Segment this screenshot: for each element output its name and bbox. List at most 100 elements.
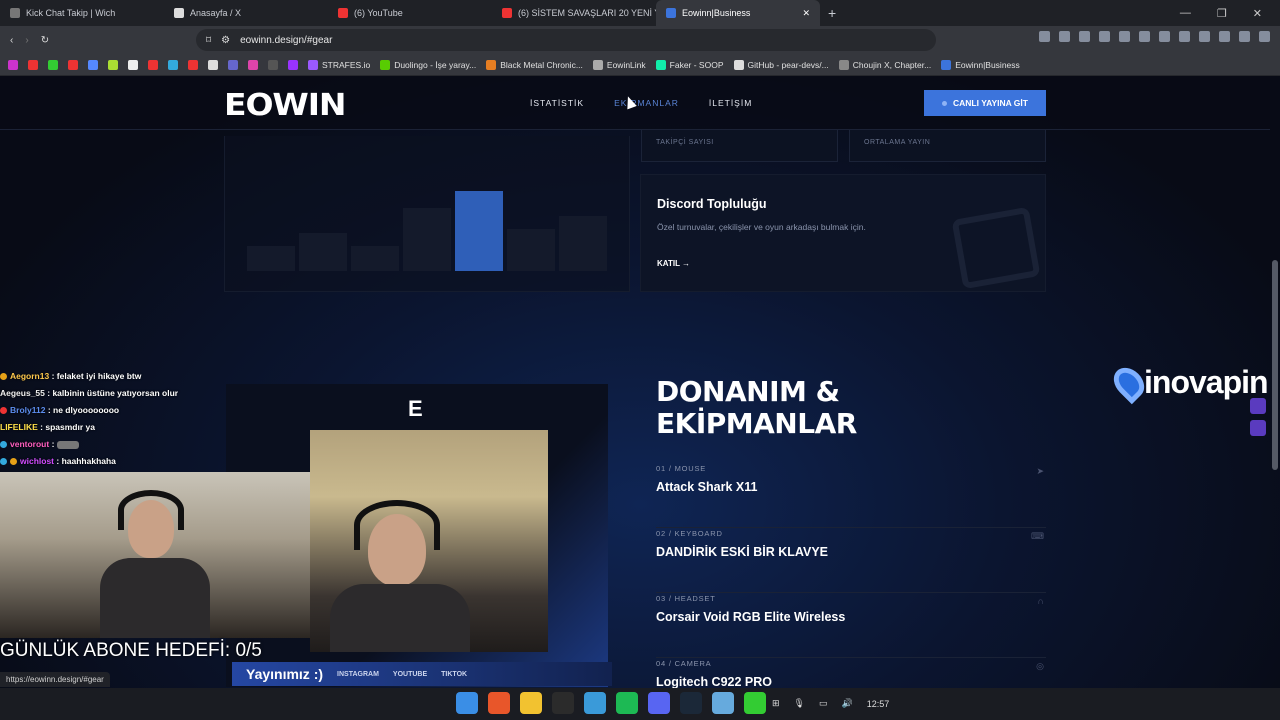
- extension-icon[interactable]: [1199, 31, 1210, 42]
- bookmark-icon[interactable]: ⌑: [206, 35, 211, 46]
- extension-icon[interactable]: [1039, 31, 1050, 42]
- back-icon[interactable]: ‹: [10, 35, 13, 46]
- bookmark-favicon-icon[interactable]: [168, 59, 178, 70]
- bookmark-favicon-icon[interactable]: [268, 59, 278, 70]
- bookmark-eowinn-business[interactable]: Eowinn|Business: [941, 59, 1020, 70]
- youtube-icon: [502, 8, 512, 18]
- forward-icon[interactable]: ›: [25, 35, 28, 46]
- extension-icon[interactable]: [1059, 31, 1070, 42]
- restore-icon[interactable]: ❐: [1217, 7, 1227, 20]
- extension-icon[interactable]: [1250, 398, 1266, 414]
- instagram-icon[interactable]: [248, 59, 258, 70]
- tray-overflow-icon[interactable]: ⊞: [772, 698, 780, 709]
- chat-user: LIFELIKE: [0, 422, 38, 432]
- github-icon: [733, 59, 744, 70]
- chat-line: wichlost : haahhakhaha: [0, 453, 230, 470]
- menu-icon[interactable]: [1259, 31, 1270, 42]
- bookmark-favicon-icon[interactable]: [108, 59, 118, 70]
- bookmark-eowinlink[interactable]: EowinLink: [592, 59, 646, 70]
- bookmark-label: Black Metal Chronic...: [500, 59, 583, 70]
- extension-icon[interactable]: [1119, 31, 1130, 42]
- twitch-icon[interactable]: [288, 59, 298, 70]
- extension-icon[interactable]: [1079, 31, 1090, 42]
- stat-card-followers: TAKİPÇİ SAYISI: [641, 130, 838, 162]
- gear-category: 01 / MOUSE: [656, 464, 707, 473]
- bookmark-black-metal[interactable]: Black Metal Chronic...: [486, 59, 583, 70]
- translate-icon[interactable]: [1250, 420, 1266, 436]
- extension-icon[interactable]: [1179, 31, 1190, 42]
- taskbar-app-icon[interactable]: [680, 692, 702, 714]
- chart-bar: [299, 233, 347, 271]
- tab-youtube-video[interactable]: (6) SİSTEM SAVAŞLARI 20 YENİ YIL Ö...: [492, 0, 656, 26]
- bookmark-favicon-icon[interactable]: [88, 59, 98, 70]
- address-bar[interactable]: ⌑ ⚙ eowinn.design/#gear: [196, 29, 936, 51]
- close-window-icon[interactable]: ✕: [1253, 7, 1262, 20]
- chat-user: Aegorn13: [10, 371, 50, 381]
- chat-user: Broly112: [10, 405, 46, 415]
- taskbar-app-icon[interactable]: [488, 692, 510, 714]
- bookmark-strafes[interactable]: STRAFES.io: [308, 59, 371, 70]
- windows-taskbar: ⊞ 🎙 ▭ 🔊 12:57: [0, 688, 1280, 720]
- taskbar-app-icon[interactable]: [552, 692, 574, 714]
- nav-contact-link[interactable]: İLETİŞİM: [709, 98, 752, 108]
- scrollbar-thumb[interactable]: [1272, 260, 1278, 470]
- chart-bar: [247, 246, 295, 271]
- bookmark-favicon-icon[interactable]: [148, 59, 158, 70]
- taskbar-app-icon[interactable]: [616, 692, 638, 714]
- extension-icon[interactable]: [1139, 31, 1150, 42]
- close-icon[interactable]: ✕: [802, 8, 810, 19]
- taskbar-app-icon[interactable]: [744, 692, 766, 714]
- bookmark-favicon-icon[interactable]: [8, 59, 18, 70]
- reload-icon[interactable]: ↻: [41, 35, 49, 46]
- clock[interactable]: 12:57: [867, 699, 890, 709]
- youtube-icon[interactable]: [68, 59, 78, 70]
- extension-icon[interactable]: [1239, 31, 1250, 42]
- strafes-icon: [308, 59, 318, 70]
- taskbar-app-icon[interactable]: [712, 692, 734, 714]
- youtube-icon[interactable]: [28, 59, 38, 70]
- gear-item-mouse: 01 / MOUSE Attack Shark X11 ➤: [656, 464, 1046, 528]
- bookmark-github[interactable]: GitHub - pear-devs/...: [733, 59, 829, 70]
- chart-bar: [455, 191, 503, 271]
- page-scrollbar[interactable]: [1272, 80, 1278, 590]
- url-text[interactable]: eowinn.design/#gear: [240, 35, 332, 46]
- join-discord-link[interactable]: KATIL →: [657, 259, 690, 268]
- gear-title-line-1: DONANIM &: [656, 375, 840, 408]
- site-logo[interactable]: EOWIN: [224, 88, 346, 123]
- tab-kick-chat[interactable]: Kick Chat Takip | Wich: [0, 0, 164, 26]
- minimize-icon[interactable]: —: [1180, 7, 1191, 20]
- kick-icon[interactable]: [48, 59, 58, 70]
- volume-icon[interactable]: 🔊: [842, 698, 853, 709]
- new-tab-button[interactable]: +: [820, 5, 844, 21]
- chat-user: ventorout: [10, 439, 50, 449]
- windows-start-icon[interactable]: [456, 692, 478, 714]
- bookmark-faker[interactable]: Faker - SOOP: [655, 59, 724, 70]
- tab-x[interactable]: Anasayfa / X: [164, 0, 328, 26]
- chat-user: Aegeus_55: [0, 388, 45, 398]
- tab-eowinn-business[interactable]: Eowinn|Business ✕: [656, 0, 820, 26]
- tab-youtube[interactable]: (6) YouTube: [328, 0, 492, 26]
- bookmark-label: STRAFES.io: [322, 59, 371, 70]
- taskbar-app-icon[interactable]: [520, 692, 542, 714]
- bookmark-favicon-icon[interactable]: [228, 59, 238, 70]
- tab-label: Anasayfa / X: [190, 8, 242, 18]
- extension-icon[interactable]: [1159, 31, 1170, 42]
- x-logo-icon[interactable]: [208, 59, 218, 70]
- taskbar-app-icon[interactable]: [584, 692, 606, 714]
- go-live-button[interactable]: CANLI YAYINA GİT: [924, 90, 1046, 116]
- extension-icon[interactable]: [1219, 31, 1230, 42]
- gear-category: 03 / HEADSET: [656, 594, 716, 603]
- bookmark-choujin[interactable]: Choujin X, Chapter...: [838, 59, 931, 70]
- sub-badge-icon: [0, 441, 7, 449]
- nav-stats-link[interactable]: İSTATİSTİK: [530, 98, 584, 108]
- site-info-icon[interactable]: ⚙: [221, 35, 230, 46]
- extension-icon[interactable]: [1099, 31, 1110, 42]
- microphone-icon[interactable]: 🎙: [794, 698, 805, 709]
- tiktok-icon[interactable]: [128, 59, 138, 70]
- network-icon[interactable]: ▭: [819, 698, 828, 709]
- youtube-icon[interactable]: [188, 59, 198, 70]
- chart-bar: [507, 229, 555, 271]
- cursor-icon: ➤: [1036, 466, 1044, 476]
- taskbar-app-icon[interactable]: [648, 692, 670, 714]
- bookmark-duolingo[interactable]: Duolingo - İşe yaray...: [380, 59, 476, 70]
